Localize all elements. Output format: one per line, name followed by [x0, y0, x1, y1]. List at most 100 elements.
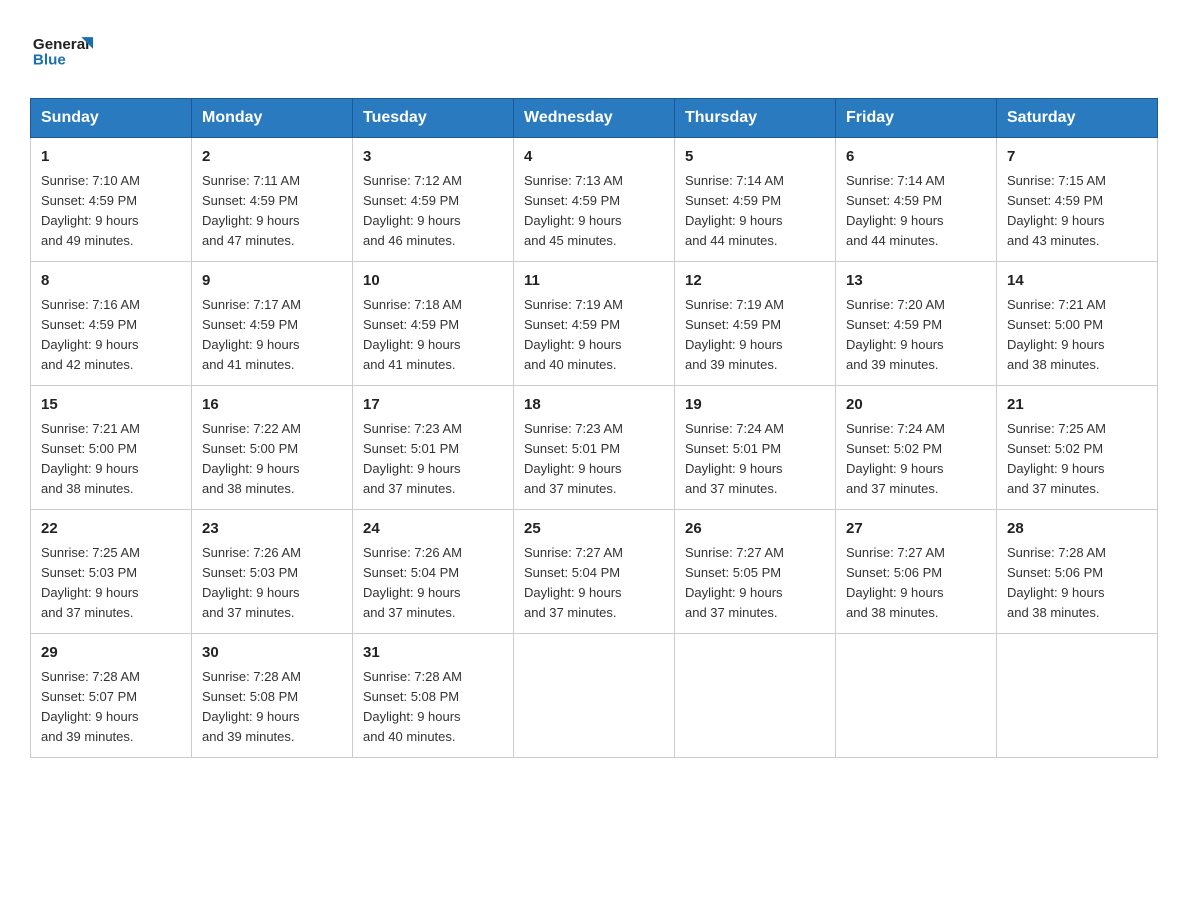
day-number: 13: [846, 270, 986, 293]
svg-text:Blue: Blue: [33, 52, 66, 69]
day-number: 8: [41, 270, 181, 293]
day-info: Sunrise: 7:25 AM Sunset: 5:03 PM Dayligh…: [41, 543, 181, 624]
svg-text:General: General: [33, 36, 89, 53]
day-number: 15: [41, 394, 181, 417]
weekday-header-sunday: Sunday: [31, 99, 192, 138]
calendar-cell: 29 Sunrise: 7:28 AM Sunset: 5:07 PM Dayl…: [31, 634, 192, 758]
day-number: 25: [524, 518, 664, 541]
calendar-cell: [675, 634, 836, 758]
day-number: 12: [685, 270, 825, 293]
day-info: Sunrise: 7:26 AM Sunset: 5:04 PM Dayligh…: [363, 543, 503, 624]
day-number: 10: [363, 270, 503, 293]
calendar-cell: [997, 634, 1158, 758]
calendar-cell: 2 Sunrise: 7:11 AM Sunset: 4:59 PM Dayli…: [192, 138, 353, 262]
calendar-cell: 8 Sunrise: 7:16 AM Sunset: 4:59 PM Dayli…: [31, 262, 192, 386]
calendar-cell: 7 Sunrise: 7:15 AM Sunset: 4:59 PM Dayli…: [997, 138, 1158, 262]
day-info: Sunrise: 7:27 AM Sunset: 5:06 PM Dayligh…: [846, 543, 986, 624]
calendar-cell: 17 Sunrise: 7:23 AM Sunset: 5:01 PM Dayl…: [353, 386, 514, 510]
day-number: 2: [202, 146, 342, 169]
day-info: Sunrise: 7:24 AM Sunset: 5:01 PM Dayligh…: [685, 419, 825, 500]
calendar-cell: 21 Sunrise: 7:25 AM Sunset: 5:02 PM Dayl…: [997, 386, 1158, 510]
day-number: 5: [685, 146, 825, 169]
day-info: Sunrise: 7:23 AM Sunset: 5:01 PM Dayligh…: [524, 419, 664, 500]
calendar-cell: 1 Sunrise: 7:10 AM Sunset: 4:59 PM Dayli…: [31, 138, 192, 262]
day-info: Sunrise: 7:19 AM Sunset: 4:59 PM Dayligh…: [524, 295, 664, 376]
day-number: 27: [846, 518, 986, 541]
weekday-header-friday: Friday: [836, 99, 997, 138]
day-info: Sunrise: 7:10 AM Sunset: 4:59 PM Dayligh…: [41, 171, 181, 252]
calendar-cell: 30 Sunrise: 7:28 AM Sunset: 5:08 PM Dayl…: [192, 634, 353, 758]
day-number: 1: [41, 146, 181, 169]
day-number: 24: [363, 518, 503, 541]
day-number: 11: [524, 270, 664, 293]
day-info: Sunrise: 7:21 AM Sunset: 5:00 PM Dayligh…: [1007, 295, 1147, 376]
calendar-week-1: 1 Sunrise: 7:10 AM Sunset: 4:59 PM Dayli…: [31, 138, 1158, 262]
calendar-cell: 12 Sunrise: 7:19 AM Sunset: 4:59 PM Dayl…: [675, 262, 836, 386]
day-info: Sunrise: 7:23 AM Sunset: 5:01 PM Dayligh…: [363, 419, 503, 500]
day-info: Sunrise: 7:11 AM Sunset: 4:59 PM Dayligh…: [202, 171, 342, 252]
calendar-cell: 25 Sunrise: 7:27 AM Sunset: 5:04 PM Dayl…: [514, 510, 675, 634]
day-info: Sunrise: 7:26 AM Sunset: 5:03 PM Dayligh…: [202, 543, 342, 624]
day-number: 14: [1007, 270, 1147, 293]
calendar-cell: 31 Sunrise: 7:28 AM Sunset: 5:08 PM Dayl…: [353, 634, 514, 758]
day-number: 19: [685, 394, 825, 417]
page-header: General Blue: [30, 20, 1158, 80]
day-number: 26: [685, 518, 825, 541]
calendar-cell: 14 Sunrise: 7:21 AM Sunset: 5:00 PM Dayl…: [997, 262, 1158, 386]
calendar-week-5: 29 Sunrise: 7:28 AM Sunset: 5:07 PM Dayl…: [31, 634, 1158, 758]
calendar-cell: 28 Sunrise: 7:28 AM Sunset: 5:06 PM Dayl…: [997, 510, 1158, 634]
calendar-cell: 13 Sunrise: 7:20 AM Sunset: 4:59 PM Dayl…: [836, 262, 997, 386]
calendar-cell: 18 Sunrise: 7:23 AM Sunset: 5:01 PM Dayl…: [514, 386, 675, 510]
day-info: Sunrise: 7:14 AM Sunset: 4:59 PM Dayligh…: [846, 171, 986, 252]
day-info: Sunrise: 7:25 AM Sunset: 5:02 PM Dayligh…: [1007, 419, 1147, 500]
day-info: Sunrise: 7:18 AM Sunset: 4:59 PM Dayligh…: [363, 295, 503, 376]
weekday-header-monday: Monday: [192, 99, 353, 138]
day-info: Sunrise: 7:14 AM Sunset: 4:59 PM Dayligh…: [685, 171, 825, 252]
calendar-cell: [514, 634, 675, 758]
day-info: Sunrise: 7:20 AM Sunset: 4:59 PM Dayligh…: [846, 295, 986, 376]
calendar-cell: 20 Sunrise: 7:24 AM Sunset: 5:02 PM Dayl…: [836, 386, 997, 510]
weekday-header-thursday: Thursday: [675, 99, 836, 138]
day-info: Sunrise: 7:12 AM Sunset: 4:59 PM Dayligh…: [363, 171, 503, 252]
day-info: Sunrise: 7:27 AM Sunset: 5:05 PM Dayligh…: [685, 543, 825, 624]
calendar-week-4: 22 Sunrise: 7:25 AM Sunset: 5:03 PM Dayl…: [31, 510, 1158, 634]
day-number: 3: [363, 146, 503, 169]
day-number: 4: [524, 146, 664, 169]
day-info: Sunrise: 7:15 AM Sunset: 4:59 PM Dayligh…: [1007, 171, 1147, 252]
weekday-header-wednesday: Wednesday: [514, 99, 675, 138]
calendar-table: SundayMondayTuesdayWednesdayThursdayFrid…: [30, 98, 1158, 758]
calendar-cell: 5 Sunrise: 7:14 AM Sunset: 4:59 PM Dayli…: [675, 138, 836, 262]
day-number: 28: [1007, 518, 1147, 541]
calendar-cell: 10 Sunrise: 7:18 AM Sunset: 4:59 PM Dayl…: [353, 262, 514, 386]
calendar-cell: [836, 634, 997, 758]
calendar-cell: 22 Sunrise: 7:25 AM Sunset: 5:03 PM Dayl…: [31, 510, 192, 634]
day-info: Sunrise: 7:28 AM Sunset: 5:07 PM Dayligh…: [41, 667, 181, 748]
day-number: 17: [363, 394, 503, 417]
day-number: 21: [1007, 394, 1147, 417]
day-number: 29: [41, 642, 181, 665]
day-info: Sunrise: 7:17 AM Sunset: 4:59 PM Dayligh…: [202, 295, 342, 376]
day-info: Sunrise: 7:28 AM Sunset: 5:08 PM Dayligh…: [363, 667, 503, 748]
day-info: Sunrise: 7:19 AM Sunset: 4:59 PM Dayligh…: [685, 295, 825, 376]
day-number: 9: [202, 270, 342, 293]
calendar-cell: 3 Sunrise: 7:12 AM Sunset: 4:59 PM Dayli…: [353, 138, 514, 262]
day-number: 30: [202, 642, 342, 665]
calendar-cell: 9 Sunrise: 7:17 AM Sunset: 4:59 PM Dayli…: [192, 262, 353, 386]
calendar-cell: 16 Sunrise: 7:22 AM Sunset: 5:00 PM Dayl…: [192, 386, 353, 510]
calendar-cell: 19 Sunrise: 7:24 AM Sunset: 5:01 PM Dayl…: [675, 386, 836, 510]
calendar-cell: 4 Sunrise: 7:13 AM Sunset: 4:59 PM Dayli…: [514, 138, 675, 262]
day-number: 23: [202, 518, 342, 541]
weekday-header-row: SundayMondayTuesdayWednesdayThursdayFrid…: [31, 99, 1158, 138]
day-info: Sunrise: 7:16 AM Sunset: 4:59 PM Dayligh…: [41, 295, 181, 376]
day-info: Sunrise: 7:28 AM Sunset: 5:06 PM Dayligh…: [1007, 543, 1147, 624]
day-info: Sunrise: 7:22 AM Sunset: 5:00 PM Dayligh…: [202, 419, 342, 500]
calendar-cell: 6 Sunrise: 7:14 AM Sunset: 4:59 PM Dayli…: [836, 138, 997, 262]
day-number: 7: [1007, 146, 1147, 169]
weekday-header-tuesday: Tuesday: [353, 99, 514, 138]
day-info: Sunrise: 7:27 AM Sunset: 5:04 PM Dayligh…: [524, 543, 664, 624]
calendar-cell: 27 Sunrise: 7:27 AM Sunset: 5:06 PM Dayl…: [836, 510, 997, 634]
day-number: 31: [363, 642, 503, 665]
calendar-cell: 26 Sunrise: 7:27 AM Sunset: 5:05 PM Dayl…: [675, 510, 836, 634]
calendar-cell: 15 Sunrise: 7:21 AM Sunset: 5:00 PM Dayl…: [31, 386, 192, 510]
calendar-cell: 11 Sunrise: 7:19 AM Sunset: 4:59 PM Dayl…: [514, 262, 675, 386]
